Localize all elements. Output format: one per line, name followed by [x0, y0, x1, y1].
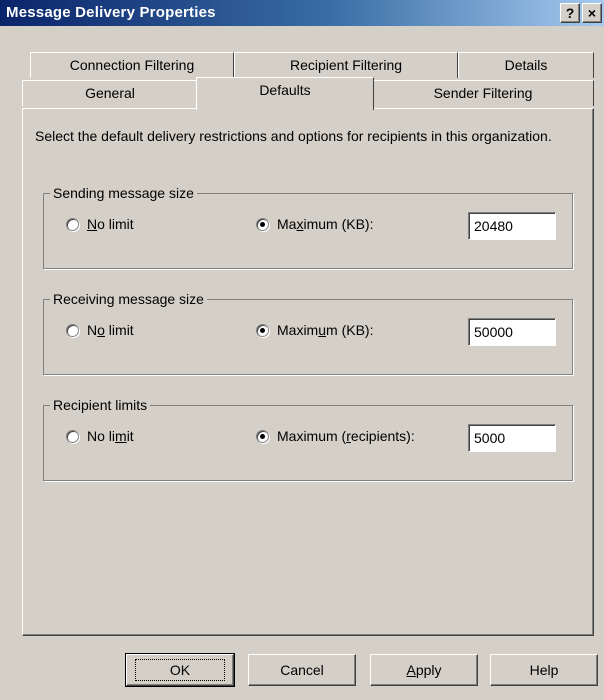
radio-icon[interactable]	[66, 217, 79, 231]
help-dialog-button[interactable]: Help	[490, 654, 598, 686]
sending-no-limit-radio[interactable]: No limit	[66, 216, 134, 232]
close-icon: ×	[587, 5, 597, 21]
cancel-label: Cancel	[280, 662, 324, 678]
apply-label: Apply	[406, 662, 442, 678]
radio-checked-icon[interactable]	[256, 217, 269, 231]
receiving-maximum-input[interactable]: 50000	[468, 318, 556, 346]
ok-button[interactable]: OK	[125, 653, 235, 687]
receiving-message-size-group: Receiving message size No limit Maximum …	[43, 290, 573, 375]
tab-general[interactable]: General	[22, 80, 198, 106]
group-title: Sending message size	[50, 184, 197, 202]
radio-label: No limit	[87, 216, 134, 232]
radio-label: Maximum (recipients):	[277, 428, 415, 444]
recipient-maximum-radio[interactable]: Maximum (recipients):	[256, 428, 415, 444]
radio-label: Maximum (KB):	[277, 322, 374, 338]
tab-recipient-filtering[interactable]: Recipient Filtering	[234, 52, 458, 78]
radio-label: No limit	[87, 322, 134, 338]
tab-defaults[interactable]: Defaults	[196, 77, 374, 110]
recipient-limits-group: Recipient limits No limit Maximum (recip…	[43, 396, 573, 481]
help-button[interactable]: ?	[560, 3, 580, 23]
tab-connection-filtering[interactable]: Connection Filtering	[30, 52, 234, 78]
title-bar[interactable]: Message Delivery Properties ? ×	[0, 0, 604, 26]
radio-label: No limit	[87, 428, 134, 444]
radio-checked-icon[interactable]	[256, 323, 269, 337]
apply-button[interactable]: Apply	[370, 654, 478, 686]
sending-maximum-input[interactable]: 20480	[468, 212, 556, 240]
receiving-no-limit-radio[interactable]: No limit	[66, 322, 134, 338]
ok-label: OK	[134, 659, 226, 681]
radio-label: Maximum (KB):	[277, 216, 374, 232]
recipient-no-limit-radio[interactable]: No limit	[66, 428, 134, 444]
group-title: Receiving message size	[50, 290, 207, 308]
help-icon: ?	[565, 5, 575, 21]
sending-message-size-group: Sending message size No limit Maximum (K…	[43, 184, 573, 269]
window-title: Message Delivery Properties	[6, 4, 216, 21]
intro-text: Select the default delivery restrictions…	[35, 128, 552, 144]
radio-icon[interactable]	[66, 429, 79, 443]
group-title: Recipient limits	[50, 396, 151, 414]
help-label: Help	[529, 662, 559, 678]
radio-checked-icon[interactable]	[256, 429, 269, 443]
cancel-button[interactable]: Cancel	[248, 654, 356, 686]
tab-details[interactable]: Details	[458, 52, 594, 78]
recipient-maximum-input[interactable]: 5000	[468, 424, 556, 452]
receiving-maximum-radio[interactable]: Maximum (KB):	[256, 322, 373, 338]
tab-sender-filtering[interactable]: Sender Filtering	[372, 80, 594, 106]
sending-maximum-radio[interactable]: Maximum (KB):	[256, 216, 373, 232]
close-button[interactable]: ×	[582, 3, 602, 23]
radio-icon[interactable]	[66, 323, 79, 337]
defaults-tab-panel: Select the default delivery restrictions…	[22, 108, 594, 636]
